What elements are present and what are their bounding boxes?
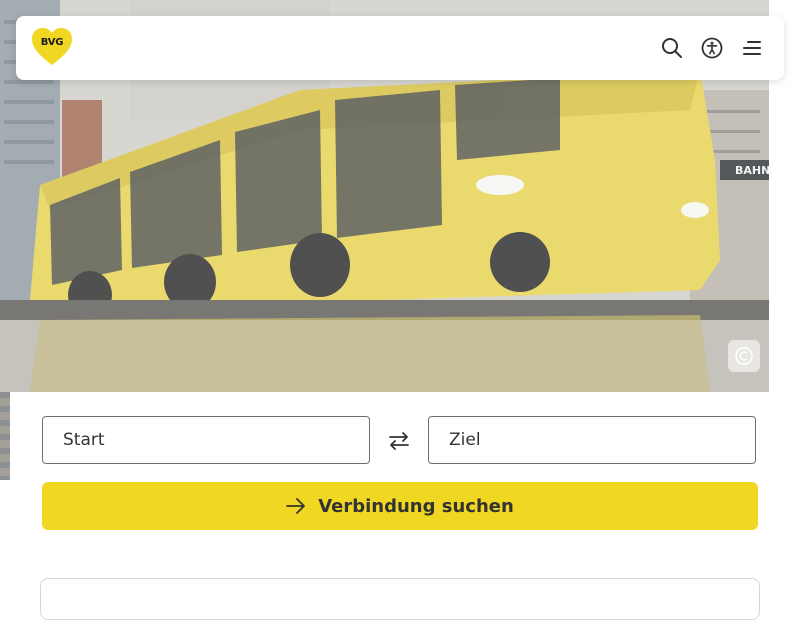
copyright-button[interactable] [728, 340, 760, 372]
swap-button[interactable] [386, 428, 412, 454]
start-input[interactable] [42, 416, 370, 464]
content-card [40, 578, 760, 620]
copyright-icon [735, 347, 753, 365]
search-button-label: Verbindung suchen [318, 495, 514, 517]
journey-search-panel: Verbindung suchen [10, 392, 790, 600]
hero-image-edge [0, 392, 10, 480]
menu-button[interactable] [740, 36, 764, 60]
search-button[interactable] [660, 36, 684, 60]
search-connection-button[interactable]: Verbindung suchen [42, 482, 758, 530]
search-icon [662, 38, 682, 58]
accessibility-button[interactable] [700, 36, 724, 60]
logo-text: BVG [40, 37, 64, 48]
arrow-right-icon [286, 498, 306, 514]
accessibility-icon [701, 37, 723, 59]
destination-input[interactable] [428, 416, 756, 464]
bvg-logo[interactable]: BVG [32, 28, 74, 68]
site-header: BVG [16, 16, 784, 80]
menu-icon [743, 41, 761, 55]
swap-arrows-icon [389, 432, 409, 450]
